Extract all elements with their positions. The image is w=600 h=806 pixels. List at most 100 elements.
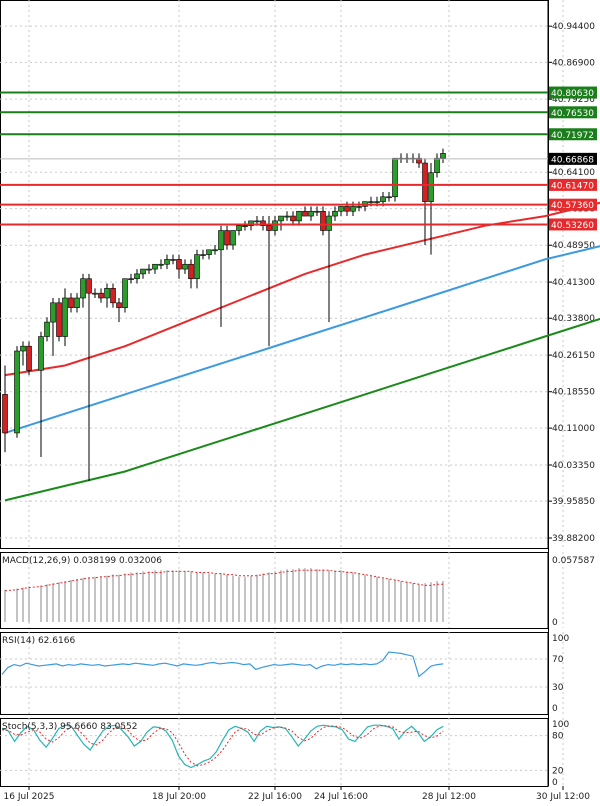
candle-body <box>314 210 320 213</box>
candle-body <box>236 225 242 231</box>
y-tick-label: 40.03350 <box>552 461 595 471</box>
panel-border <box>0 632 549 715</box>
candle-body <box>368 201 374 203</box>
y-tick-label: 40.64100 <box>552 168 595 178</box>
candle-body <box>356 206 362 208</box>
rsi-line <box>1 651 444 678</box>
level-label: 40.61470 <box>551 181 594 191</box>
candle-body <box>122 278 128 308</box>
x-tick-label: 18 Jul 20:00 <box>152 792 206 802</box>
candle-body <box>212 249 218 252</box>
candle-body <box>176 259 182 270</box>
candle-body <box>284 215 290 218</box>
macd-label: MACD(12,26,9) 0.038199 0.032006 <box>2 556 162 566</box>
candle-body <box>230 230 236 246</box>
candle-body <box>224 230 230 246</box>
moving-average-line <box>4 245 600 434</box>
level-label: 40.71972 <box>551 131 594 141</box>
candle-body <box>308 210 314 217</box>
level-label: 40.57360 <box>551 201 594 211</box>
candle-body <box>74 297 80 308</box>
rsi-y-tick-label: 70 <box>552 655 564 665</box>
rsi-y-tick-label: 0 <box>552 704 558 714</box>
candle-body <box>206 249 212 255</box>
macd-y-tick-label: 0.057587 <box>552 556 595 566</box>
current-price-label: 40.66868 <box>551 155 594 165</box>
y-tick-label: 39.88200 <box>552 534 595 544</box>
candle-body <box>170 259 176 261</box>
stoch-y-tick-label: 80 <box>552 732 564 742</box>
candle-body <box>350 206 356 212</box>
y-tick-label: 40.18550 <box>552 388 595 398</box>
candle-body <box>86 278 92 294</box>
rsi-y-tick-label: 100 <box>552 634 569 644</box>
candle-body <box>50 302 56 323</box>
candle-body <box>104 288 110 299</box>
candle-body <box>62 297 68 337</box>
y-tick-label: 40.94400 <box>552 22 595 32</box>
candle-body <box>374 201 380 203</box>
candle-body <box>332 210 338 217</box>
candle-body <box>164 259 170 265</box>
x-tick-label: 24 Jul 16:00 <box>314 792 368 802</box>
candle-body <box>188 263 194 280</box>
candle-body <box>290 215 296 222</box>
candle-body <box>326 215 332 231</box>
candle-body <box>296 210 302 222</box>
candle-body <box>194 254 200 280</box>
candle-body <box>338 206 344 212</box>
candle-body <box>20 345 26 352</box>
candle-body <box>116 302 122 308</box>
macd-y-tick-label: 0 <box>552 618 558 628</box>
candle-body <box>56 302 62 337</box>
x-tick-label: 28 Jul 12:00 <box>422 792 476 802</box>
candle-body <box>128 278 134 281</box>
candle-body <box>428 172 434 202</box>
candle-body <box>440 153 446 159</box>
candle-body <box>302 210 308 217</box>
candle-body <box>146 268 152 271</box>
candle-body <box>14 350 20 434</box>
candle-body <box>242 225 248 227</box>
candle-body <box>80 278 86 299</box>
rsi-y-tick-label: 30 <box>552 683 564 693</box>
y-tick-label: 39.95850 <box>552 497 595 507</box>
stoch-label: Stoch(5,3,3) 95.6660 83.0552 <box>2 722 137 732</box>
chart-svg: 40.9440040.8690040.7925040.7197240.64100… <box>0 0 600 802</box>
stoch-y-tick-label: 100 <box>552 720 569 730</box>
candle-body <box>26 345 32 371</box>
candle-body <box>98 292 104 299</box>
candle-body <box>272 220 278 231</box>
trading-chart: 40.9440040.8690040.7925040.7197240.64100… <box>0 0 600 802</box>
y-tick-label: 40.11000 <box>552 424 595 434</box>
y-tick-label: 40.41300 <box>552 278 595 288</box>
candle-body <box>254 220 260 223</box>
rsi-label: RSI(14) 62.6166 <box>2 636 75 646</box>
candle-body <box>380 196 386 202</box>
moving-average-line <box>4 317 600 502</box>
candle-body <box>386 196 392 199</box>
stoch-y-tick-label: 20 <box>552 766 564 776</box>
candle-body <box>44 321 50 337</box>
candle-body <box>152 263 158 270</box>
candle-body <box>218 230 224 251</box>
candle-body <box>392 157 398 198</box>
level-label: 40.76530 <box>551 109 594 119</box>
candle-body <box>344 206 350 212</box>
candle-body <box>422 162 428 202</box>
candle-body <box>110 288 116 304</box>
x-tick-label: 30 Jul 12:00 <box>536 792 590 802</box>
candle-body <box>68 297 74 308</box>
candle-body <box>182 263 188 270</box>
level-label: 40.53260 <box>551 221 594 231</box>
candle-body <box>38 336 44 371</box>
candle-body <box>140 268 146 275</box>
y-tick-label: 40.26150 <box>552 351 595 361</box>
candle-body <box>134 273 140 280</box>
candle-body <box>92 292 98 295</box>
x-tick-label: 16 Jul 2025 <box>4 792 55 802</box>
candle-body <box>320 210 326 231</box>
candle-body <box>200 254 206 256</box>
x-tick-label: 22 Jul 16:00 <box>248 792 302 802</box>
y-tick-label: 40.86900 <box>552 58 595 68</box>
